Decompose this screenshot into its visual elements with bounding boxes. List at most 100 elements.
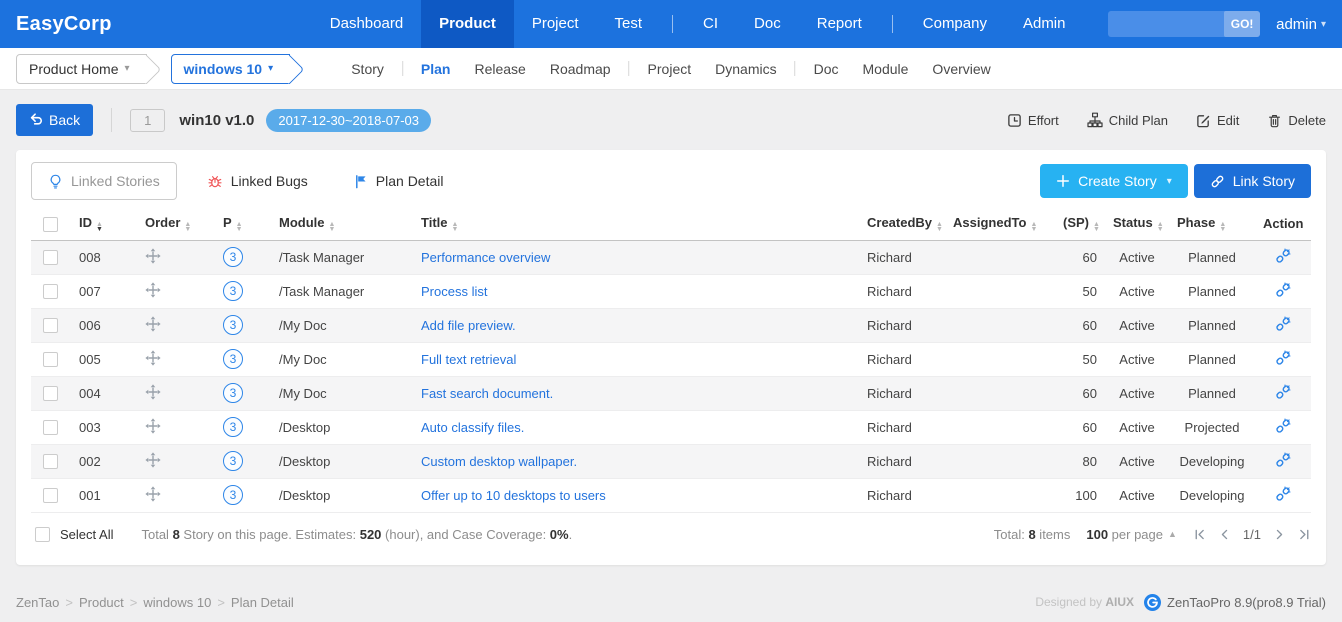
unlink-story-button[interactable] (1275, 248, 1291, 264)
topnav-item-company[interactable]: Company (905, 0, 1005, 48)
breadcrumb-product-home[interactable]: Product Home ▾ (16, 54, 147, 84)
next-page-button[interactable] (1273, 528, 1286, 541)
child-plan-button[interactable]: Child Plan (1087, 112, 1168, 128)
unlink-story-button[interactable] (1275, 282, 1291, 298)
priority-badge: 3 (223, 485, 243, 505)
select-all-checkbox[interactable] (35, 527, 50, 542)
footer-crumb-windows-10[interactable]: windows 10 (143, 595, 211, 610)
search-go-button[interactable]: GO! (1224, 11, 1260, 37)
sort-icon[interactable]: ▲▼ (1157, 222, 1164, 232)
subnav-item-overview[interactable]: Overview (920, 61, 1002, 77)
footer-crumb-plan-detail[interactable]: Plan Detail (231, 595, 294, 610)
move-icon[interactable] (145, 350, 161, 366)
tab-plan-detail[interactable]: Plan Detail (338, 162, 460, 200)
topnav-item-dashboard[interactable]: Dashboard (312, 0, 421, 48)
footer-crumb-product[interactable]: Product (79, 595, 124, 610)
cell-created-by: Richard (859, 274, 945, 308)
tab-linked-bugs[interactable]: Linked Bugs (191, 162, 324, 200)
topnav-item-ci[interactable]: CI (685, 0, 736, 48)
sort-icon[interactable]: ▲▼ (452, 222, 459, 232)
unlink-story-button[interactable] (1275, 384, 1291, 400)
move-icon[interactable] (145, 248, 161, 264)
subnav-item-release[interactable]: Release (462, 61, 537, 77)
priority-badge: 3 (223, 247, 243, 267)
search-input[interactable] (1108, 11, 1224, 37)
story-title-link[interactable]: Offer up to 10 desktops to users (421, 488, 606, 503)
sort-icon[interactable]: ▲▼ (1030, 222, 1037, 232)
sort-icon[interactable]: ▲▼ (96, 222, 103, 232)
row-checkbox[interactable] (43, 250, 58, 265)
story-title-link[interactable]: Performance overview (421, 250, 550, 265)
last-page-button[interactable] (1298, 528, 1311, 541)
sort-icon[interactable]: ▲▼ (1093, 222, 1100, 232)
panel-head: Linked Stories Linked Bugs Plan Detail Cre… (16, 150, 1326, 208)
unlink-story-button[interactable] (1275, 316, 1291, 332)
topnav-item-doc[interactable]: Doc (736, 0, 799, 48)
create-story-button[interactable]: Create Story▾ (1040, 164, 1188, 198)
sort-icon[interactable]: ▲▼ (329, 222, 336, 232)
subnav-item-project[interactable]: Project (636, 61, 704, 77)
search-box: GO! (1108, 11, 1260, 37)
subnav-item-roadmap[interactable]: Roadmap (538, 61, 623, 77)
unlink-story-button[interactable] (1275, 418, 1291, 434)
row-checkbox[interactable] (43, 386, 58, 401)
subnav-item-module[interactable]: Module (851, 61, 921, 77)
priority-badge: 3 (223, 383, 243, 403)
sort-icon[interactable]: ▲▼ (236, 222, 243, 232)
story-title-link[interactable]: Custom desktop wallpaper. (421, 454, 577, 469)
move-icon[interactable] (145, 452, 161, 468)
unlink-story-button[interactable] (1275, 452, 1291, 468)
subnav-item-story[interactable]: Story (339, 61, 396, 77)
sort-icon[interactable]: ▲▼ (1219, 222, 1226, 232)
brand-logo[interactable]: EasyCorp (16, 13, 112, 36)
topnav-item-project[interactable]: Project (514, 0, 597, 48)
row-checkbox[interactable] (43, 318, 58, 333)
story-title-link[interactable]: Auto classify files. (421, 420, 524, 435)
footer-right: Designed by AIUX ZenTaoPro 8.9(pro8.9 Tr… (1035, 594, 1326, 611)
unlink-story-button[interactable] (1275, 486, 1291, 502)
move-icon[interactable] (145, 384, 161, 400)
story-title-link[interactable]: Fast search document. (421, 386, 553, 401)
row-checkbox[interactable] (43, 454, 58, 469)
subnav-item-dynamics[interactable]: Dynamics (703, 61, 788, 77)
tab-linked-stories[interactable]: Linked Stories (31, 162, 177, 200)
topnav-item-product[interactable]: Product (421, 0, 514, 48)
row-checkbox[interactable] (43, 352, 58, 367)
story-title-link[interactable]: Full text retrieval (421, 352, 516, 367)
cell-check (31, 478, 71, 512)
topnav-item-test[interactable]: Test (597, 0, 661, 48)
row-checkbox[interactable] (43, 420, 58, 435)
row-checkbox[interactable] (43, 488, 58, 503)
cell-sp: 60 (1055, 308, 1105, 342)
sort-icon[interactable]: ▲▼ (184, 222, 191, 232)
story-title-link[interactable]: Process list (421, 284, 487, 299)
move-icon[interactable] (145, 486, 161, 502)
delete-button[interactable]: Delete (1267, 113, 1326, 128)
footer-crumb-zentao[interactable]: ZenTao (16, 595, 59, 610)
user-menu[interactable]: admin ▾ (1276, 16, 1326, 33)
move-icon[interactable] (145, 316, 161, 332)
effort-button[interactable]: Effort (1007, 113, 1059, 128)
move-icon[interactable] (145, 418, 161, 434)
unlink-story-button[interactable] (1275, 350, 1291, 366)
breadcrumb-product-name[interactable]: windows 10 ▾ (171, 54, 291, 84)
row-checkbox[interactable] (43, 284, 58, 299)
story-title-link[interactable]: Add file preview. (421, 318, 516, 333)
first-page-button[interactable] (1193, 528, 1206, 541)
move-icon[interactable] (145, 282, 161, 298)
subnav-item-plan[interactable]: Plan (409, 61, 463, 77)
edit-button[interactable]: Edit (1196, 113, 1239, 128)
per-page-selector[interactable]: 100 per page ▲ (1086, 527, 1177, 542)
cell-action (1255, 444, 1311, 478)
cell-assigned-to (945, 478, 1055, 512)
cell-status: Active (1105, 410, 1169, 444)
table-row: 0073/Task ManagerProcess listRichard50Ac… (31, 274, 1311, 308)
subnav-item-doc[interactable]: Doc (802, 61, 851, 77)
prev-page-button[interactable] (1218, 528, 1231, 541)
topnav-item-report[interactable]: Report (799, 0, 880, 48)
link-story-button[interactable]: Link Story (1194, 164, 1311, 198)
sort-icon[interactable]: ▲▼ (936, 222, 943, 232)
back-button[interactable]: Back (16, 104, 93, 136)
topnav-item-admin[interactable]: Admin (1005, 0, 1084, 48)
select-all-column-checkbox[interactable] (43, 217, 58, 232)
